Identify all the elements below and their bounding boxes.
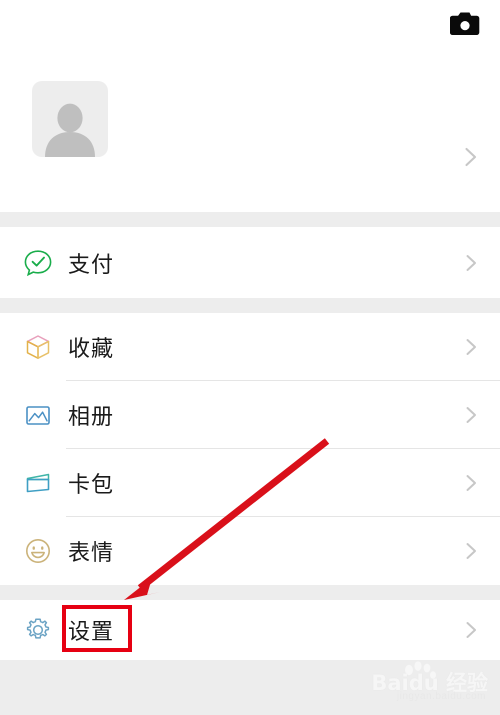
cards-wallet-icon [19, 468, 57, 498]
settings-gear-icon [19, 615, 57, 645]
list-item-favorites[interactable]: 收藏 [0, 313, 500, 381]
section-separator [0, 585, 500, 600]
list-item-settings[interactable]: 设置 [0, 600, 500, 660]
chevron-right-icon [460, 472, 482, 494]
content-section: 收藏 相册 卡包 表情 [0, 313, 500, 585]
camera-icon[interactable] [448, 9, 482, 39]
list-item-label: 相册 [68, 405, 115, 430]
stickers-smiley-icon [19, 536, 57, 566]
chevron-right-icon [460, 540, 482, 562]
bottom-filler [0, 660, 500, 715]
list-item-label: 表情 [68, 541, 115, 566]
pay-check-bubble-icon [19, 248, 57, 278]
chevron-right-icon [460, 619, 482, 641]
wechat-me-screen: 支付 收藏 相册 卡包 表情 设置 Baidu 经验 jingyan.baidu… [0, 0, 500, 715]
favorites-cube-icon [19, 332, 57, 362]
album-photo-icon [19, 400, 57, 430]
list-item-album[interactable]: 相册 [0, 381, 500, 449]
profile-header[interactable] [0, 48, 500, 212]
list-item-stickers[interactable]: 表情 [0, 517, 500, 585]
settings-section: 设置 [0, 600, 500, 660]
chevron-right-icon [460, 404, 482, 426]
chevron-right-icon [460, 336, 482, 358]
list-item-pay[interactable]: 支付 [0, 227, 500, 298]
list-item-label: 支付 [68, 252, 115, 278]
list-item-cards[interactable]: 卡包 [0, 449, 500, 517]
list-item-label: 卡包 [68, 473, 115, 498]
section-separator [0, 298, 500, 313]
default-avatar-person-icon [45, 103, 95, 157]
payment-section: 支付 [0, 227, 500, 298]
top-bar [0, 0, 500, 48]
chevron-right-icon [460, 252, 482, 274]
section-separator [0, 212, 500, 227]
chevron-right-icon [460, 146, 482, 168]
avatar[interactable] [32, 81, 108, 157]
list-item-label: 设置 [68, 620, 115, 645]
list-item-label: 收藏 [68, 337, 115, 362]
